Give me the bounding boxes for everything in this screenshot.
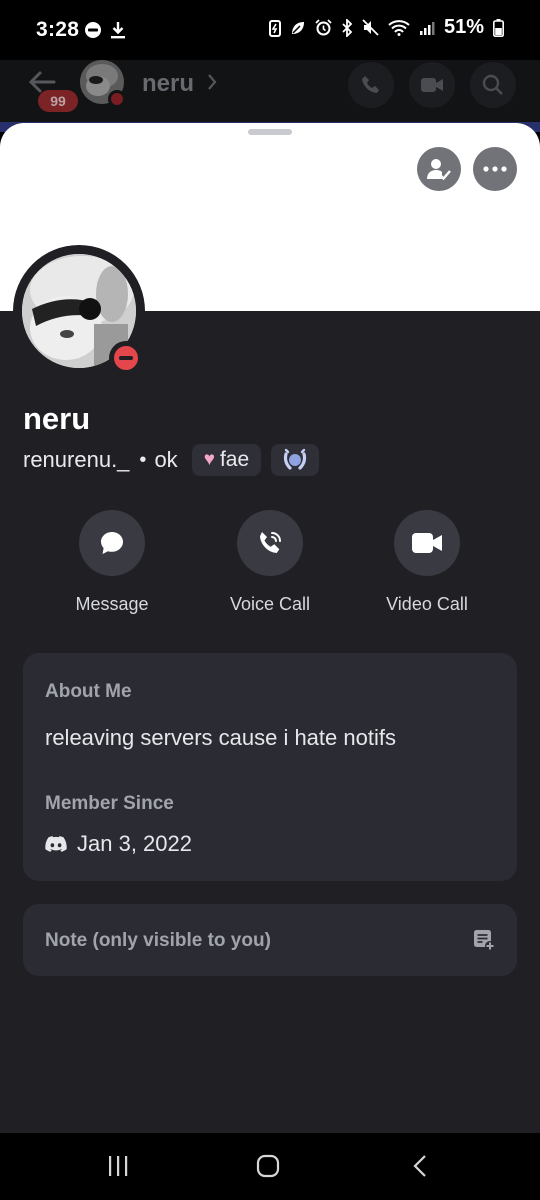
header-video-call-button[interactable] [409,62,455,108]
member-since-date: Jan 3, 2022 [77,831,192,856]
recents-icon [109,1156,128,1176]
nitro-badge-chip[interactable] [271,444,320,476]
voice-call-action-button[interactable] [237,510,303,576]
more-dots-icon [483,166,507,172]
leaf-icon [291,21,304,34]
sheet-drag-handle[interactable] [248,129,292,135]
note-card[interactable]: Note (only visible to you) [23,904,517,976]
system-nav-bar [0,1133,540,1200]
dnd-icon [85,22,101,38]
signal-icon [419,21,435,35]
battery-percent: 51% [443,16,484,38]
battery-icon [493,18,504,37]
alarm-icon [315,19,332,36]
dm-header: 99 neru [0,60,540,124]
profile-dnd-status [109,341,143,375]
unread-badge: 99 [38,90,78,112]
video-call-action[interactable]: Video Call [362,510,492,615]
nav-back-button[interactable] [400,1151,440,1181]
video-call-action-button[interactable] [394,510,460,576]
video-call-action-label: Video Call [386,594,468,614]
discord-logo-icon [45,836,67,852]
header-dnd-status [108,90,126,108]
voice-call-action[interactable]: Voice Call [205,510,335,615]
phone-icon [362,76,379,93]
member-since-row: Jan 3, 2022 [45,831,192,857]
separator-dot: • [139,448,147,471]
about-me-text: releaving servers cause i hate notifs [45,725,396,750]
dnd-status-icon [114,346,138,370]
display-name: neru [23,401,91,436]
more-options-button[interactable] [473,147,517,191]
profile-sheet: neru renurenu._ • ok ♥ fae Message Voice… [0,123,540,1133]
status-right-icons: 51% [268,16,504,39]
about-me-card: About Me releaving servers cause i hate … [23,653,517,881]
chevron-right-icon [208,74,217,90]
custom-status: ok [154,447,178,472]
member-since-heading: Member Since [45,793,174,814]
video-icon [412,533,442,553]
status-time: 3:28 [36,18,80,41]
nav-home-button[interactable] [248,1151,288,1181]
username[interactable]: renurenu._ [23,447,129,473]
voice-call-action-label: Voice Call [229,594,311,614]
server-tag-label: fae [219,448,250,471]
status-bar: 3:28 51% [0,0,540,60]
mute-icon [362,19,379,36]
header-voice-call-button[interactable] [348,62,394,108]
laurel-badge-icon [284,448,307,470]
profile-avatar-frame [13,245,145,377]
message-icon [101,532,123,554]
search-icon [482,74,503,95]
server-tag-chip[interactable]: ♥ fae [191,444,262,476]
heart-icon: ♥ [203,449,215,470]
video-icon [421,78,443,92]
download-icon [111,22,125,39]
friend-check-icon [427,159,451,181]
profile-subline: renurenu._ • ok ♥ fae [23,443,320,477]
wifi-icon [388,19,410,36]
header-channel-name[interactable]: neru [142,70,194,98]
message-action-label: Message [75,594,149,614]
home-icon [256,1154,280,1178]
message-action[interactable]: Message [47,510,177,615]
battery-saver-icon [268,19,281,37]
nav-recents-button[interactable] [98,1151,138,1181]
phone-icon [260,532,281,553]
bluetooth-icon [342,18,353,37]
note-placeholder[interactable]: Note (only visible to you) [45,930,271,952]
about-me-heading: About Me [45,681,132,702]
back-icon [413,1155,426,1177]
status-left-icons [84,21,126,39]
friend-status-button[interactable] [417,147,461,191]
header-search-button[interactable] [470,62,516,108]
message-action-button[interactable] [79,510,145,576]
add-note-icon[interactable] [473,929,495,951]
